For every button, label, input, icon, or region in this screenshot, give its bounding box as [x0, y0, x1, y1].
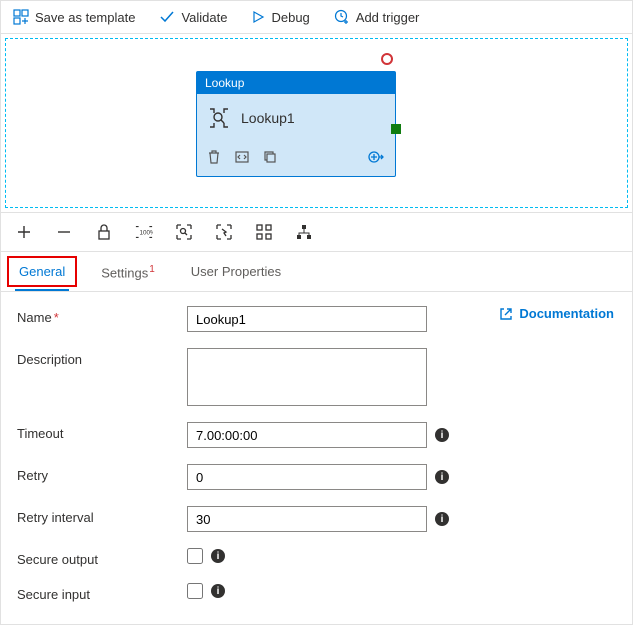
tab-user-properties-label: User Properties [191, 264, 281, 279]
success-output-handle[interactable] [391, 124, 401, 134]
canvas-toolbar: 100% [1, 212, 632, 252]
hierarchy-icon[interactable] [295, 223, 313, 241]
zoom-fit-icon[interactable] [175, 223, 193, 241]
save-as-template-label: Save as template [35, 10, 135, 25]
tab-general-label: General [19, 264, 65, 279]
clock-plus-icon [334, 9, 350, 25]
retry-interval-label: Retry interval [17, 506, 187, 525]
secure-output-label: Secure output [17, 548, 187, 567]
secure-input-label: Secure input [17, 583, 187, 602]
tab-user-properties[interactable]: User Properties [187, 252, 285, 291]
lookup-icon [207, 106, 231, 130]
secure-output-checkbox[interactable] [187, 548, 203, 564]
validation-error-indicator[interactable] [381, 53, 393, 65]
description-label: Description [17, 348, 187, 367]
validate-button[interactable]: Validate [159, 9, 227, 25]
info-icon[interactable]: i [211, 584, 225, 598]
general-form: Documentation Name* Description Timeout … [1, 292, 632, 624]
activity-name: Lookup1 [241, 110, 295, 126]
name-label: Name* [17, 306, 187, 325]
info-icon[interactable]: i [435, 470, 449, 484]
properties-tabs: General Settings1 User Properties [1, 252, 632, 292]
retry-input[interactable] [187, 464, 427, 490]
activity-type-label: Lookup [197, 72, 395, 94]
info-icon[interactable]: i [435, 428, 449, 442]
timeout-input[interactable] [187, 422, 427, 448]
documentation-label: Documentation [519, 306, 614, 321]
auto-align-icon[interactable] [255, 223, 273, 241]
add-trigger-label: Add trigger [356, 10, 420, 25]
save-as-template-button[interactable]: Save as template [13, 9, 135, 25]
timeout-label: Timeout [17, 422, 187, 441]
zoom-out-button[interactable] [55, 223, 73, 241]
tab-general[interactable]: General [15, 252, 69, 291]
debug-button[interactable]: Debug [251, 10, 309, 25]
activity-card-lookup[interactable]: Lookup Lookup1 [196, 71, 396, 177]
top-toolbar: Save as template Validate Debug Add trig… [1, 1, 632, 34]
validate-label: Validate [181, 10, 227, 25]
pipeline-canvas[interactable]: Lookup Lookup1 [5, 38, 628, 208]
retry-interval-input[interactable] [187, 506, 427, 532]
lock-icon[interactable] [95, 223, 113, 241]
save-template-icon [13, 9, 29, 25]
secure-input-checkbox[interactable] [187, 583, 203, 599]
debug-label: Debug [271, 10, 309, 25]
add-trigger-button[interactable]: Add trigger [334, 9, 420, 25]
tab-settings-label: Settings [101, 265, 148, 280]
description-input[interactable] [187, 348, 427, 406]
external-link-icon [499, 307, 513, 321]
info-icon[interactable]: i [435, 512, 449, 526]
name-input[interactable] [187, 306, 427, 332]
play-icon [251, 10, 265, 24]
delete-icon[interactable] [207, 150, 221, 164]
code-icon[interactable] [235, 150, 249, 164]
copy-icon[interactable] [263, 150, 277, 164]
info-icon[interactable]: i [211, 549, 225, 563]
tab-settings[interactable]: Settings1 [97, 252, 159, 291]
zoom-100-icon[interactable]: 100% [135, 223, 153, 241]
zoom-selection-icon[interactable] [215, 223, 233, 241]
tab-settings-badge: 1 [149, 264, 155, 275]
add-output-icon[interactable] [367, 148, 385, 166]
check-icon [159, 9, 175, 25]
zoom-in-button[interactable] [15, 223, 33, 241]
retry-label: Retry [17, 464, 187, 483]
svg-text:100%: 100% [140, 230, 154, 237]
documentation-link[interactable]: Documentation [499, 306, 614, 321]
